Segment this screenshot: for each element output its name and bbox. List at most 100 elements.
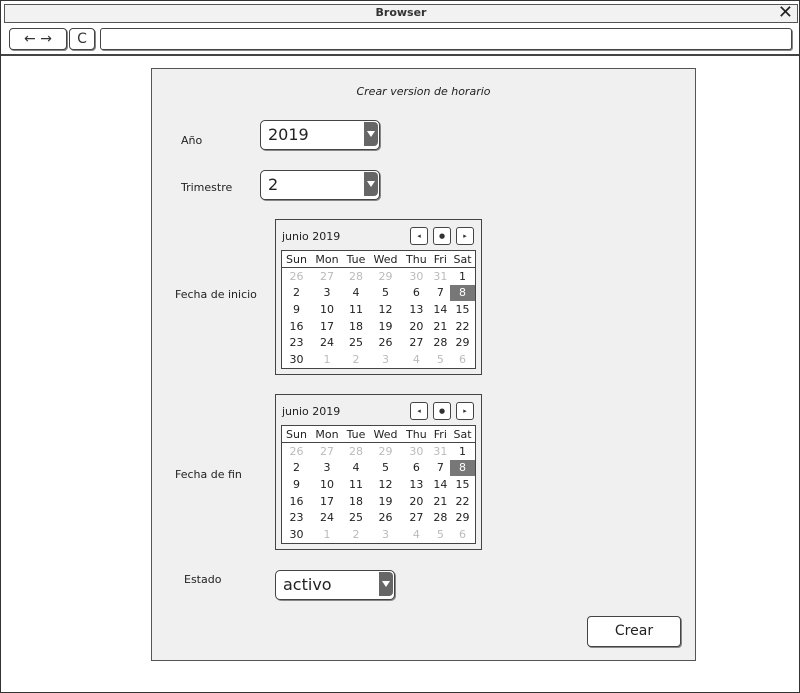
calendar-day[interactable]: 5 <box>431 526 450 543</box>
calendar-day[interactable]: 4 <box>343 460 369 477</box>
calendar-day[interactable]: 18 <box>343 493 369 510</box>
calendar-day[interactable]: 5 <box>431 351 450 368</box>
calendar-day[interactable]: 26 <box>369 509 402 526</box>
year-select[interactable]: 2019 <box>260 120 380 150</box>
calendar-day[interactable]: 23 <box>282 334 311 351</box>
end-date-calendar[interactable]: junio 2019 ◂ ● ▸ Sun Mon Tue Wed Thu Fri Sat 26… <box>275 394 482 550</box>
calendar-day[interactable]: 22 <box>450 318 475 335</box>
calendar-day[interactable]: 9 <box>282 301 311 318</box>
calendar-day[interactable]: 6 <box>450 351 475 368</box>
calendar-day[interactable]: 17 <box>311 493 343 510</box>
calendar-day[interactable]: 1 <box>311 526 343 543</box>
calendar-day[interactable]: 1 <box>450 443 475 460</box>
calendar-day[interactable]: 13 <box>402 476 431 493</box>
calendar-day[interactable]: 9 <box>282 476 311 493</box>
calendar-day[interactable]: 17 <box>311 318 343 335</box>
address-bar[interactable] <box>100 28 792 50</box>
create-button[interactable]: Crear <box>587 616 681 647</box>
calendar-day[interactable]: 3 <box>311 460 343 477</box>
calendar-day[interactable]: 24 <box>311 334 343 351</box>
calendar-day[interactable]: 1 <box>450 268 475 285</box>
calendar-day[interactable]: 25 <box>343 334 369 351</box>
calendar-day[interactable]: 30 <box>402 443 431 460</box>
calendar-day[interactable]: 1 <box>311 351 343 368</box>
calendar-day[interactable]: 10 <box>311 476 343 493</box>
prev-month-button[interactable]: ◂ <box>410 402 428 420</box>
calendar-day[interactable]: 23 <box>282 509 311 526</box>
calendar-day[interactable]: 31 <box>431 443 450 460</box>
calendar-day[interactable]: 26 <box>282 268 311 285</box>
calendar-day[interactable]: 4 <box>343 285 369 302</box>
next-month-button[interactable]: ▸ <box>456 402 474 420</box>
calendar-day[interactable]: 30 <box>282 526 311 543</box>
calendar-day[interactable]: 21 <box>431 493 450 510</box>
calendar-day[interactable]: 31 <box>431 268 450 285</box>
calendar-day[interactable]: 15 <box>450 476 475 493</box>
prev-month-button[interactable]: ◂ <box>410 227 428 245</box>
calendar-day[interactable]: 27 <box>402 334 431 351</box>
calendar-day[interactable]: 29 <box>369 268 402 285</box>
calendar-day[interactable]: 28 <box>431 334 450 351</box>
calendar-day[interactable]: 2 <box>343 526 369 543</box>
forward-icon[interactable]: → <box>40 31 52 47</box>
calendar-day[interactable]: 3 <box>369 351 402 368</box>
calendar-day[interactable]: 4 <box>402 351 431 368</box>
calendar-day[interactable]: 19 <box>369 318 402 335</box>
calendar-day[interactable]: 10 <box>311 301 343 318</box>
calendar-day[interactable]: 16 <box>282 493 311 510</box>
calendar-day[interactable]: 14 <box>431 476 450 493</box>
calendar-day[interactable]: 30 <box>402 268 431 285</box>
calendar-day[interactable]: 28 <box>431 509 450 526</box>
calendar-day[interactable]: 27 <box>402 509 431 526</box>
calendar-day[interactable]: 11 <box>343 301 369 318</box>
calendar-day[interactable]: 3 <box>369 526 402 543</box>
close-icon[interactable]: ✕ <box>778 2 793 23</box>
calendar-day[interactable]: 29 <box>450 509 475 526</box>
calendar-day[interactable]: 6 <box>450 526 475 543</box>
calendar-day[interactable]: 4 <box>402 526 431 543</box>
chevron-down-icon[interactable] <box>379 572 393 596</box>
calendar-day[interactable]: 24 <box>311 509 343 526</box>
back-icon[interactable]: ← <box>24 31 36 47</box>
calendar-day[interactable]: 29 <box>369 443 402 460</box>
calendar-day[interactable]: 22 <box>450 493 475 510</box>
calendar-day[interactable]: 16 <box>282 318 311 335</box>
calendar-day[interactable]: 27 <box>311 443 343 460</box>
calendar-day[interactable]: 5 <box>369 460 402 477</box>
calendar-day[interactable]: 18 <box>343 318 369 335</box>
next-month-button[interactable]: ▸ <box>456 227 474 245</box>
calendar-day[interactable]: 11 <box>343 476 369 493</box>
calendar-day[interactable]: 26 <box>369 334 402 351</box>
calendar-day[interactable]: 28 <box>343 443 369 460</box>
calendar-day[interactable]: 2 <box>343 351 369 368</box>
calendar-day[interactable]: 6 <box>402 460 431 477</box>
calendar-day[interactable]: 12 <box>369 476 402 493</box>
start-date-calendar[interactable]: junio 2019 ◂ ● ▸ Sun Mon Tue Wed Thu Fri Sat 26… <box>275 219 482 375</box>
chevron-down-icon[interactable] <box>364 122 378 146</box>
calendar-day[interactable]: 19 <box>369 493 402 510</box>
calendar-day[interactable]: 28 <box>343 268 369 285</box>
calendar-day[interactable]: 13 <box>402 301 431 318</box>
calendar-day[interactable]: 7 <box>431 285 450 302</box>
calendar-day[interactable]: 2 <box>282 460 311 477</box>
calendar-day[interactable]: 21 <box>431 318 450 335</box>
state-select[interactable]: activo <box>275 570 395 600</box>
calendar-day[interactable]: 14 <box>431 301 450 318</box>
chevron-down-icon[interactable] <box>364 172 378 196</box>
calendar-day[interactable]: 29 <box>450 334 475 351</box>
calendar-day[interactable]: 27 <box>311 268 343 285</box>
refresh-button[interactable]: C <box>69 28 95 50</box>
calendar-day[interactable]: 25 <box>343 509 369 526</box>
calendar-day[interactable]: 6 <box>402 285 431 302</box>
calendar-day[interactable]: 7 <box>431 460 450 477</box>
today-button[interactable]: ● <box>433 227 451 245</box>
calendar-day[interactable]: 8 <box>450 459 475 477</box>
calendar-day[interactable]: 2 <box>282 285 311 302</box>
calendar-day[interactable]: 20 <box>402 318 431 335</box>
calendar-day[interactable]: 15 <box>450 301 475 318</box>
calendar-day[interactable]: 12 <box>369 301 402 318</box>
calendar-day[interactable]: 26 <box>282 443 311 460</box>
calendar-day[interactable]: 5 <box>369 285 402 302</box>
today-button[interactable]: ● <box>433 402 451 420</box>
calendar-day[interactable]: 20 <box>402 493 431 510</box>
